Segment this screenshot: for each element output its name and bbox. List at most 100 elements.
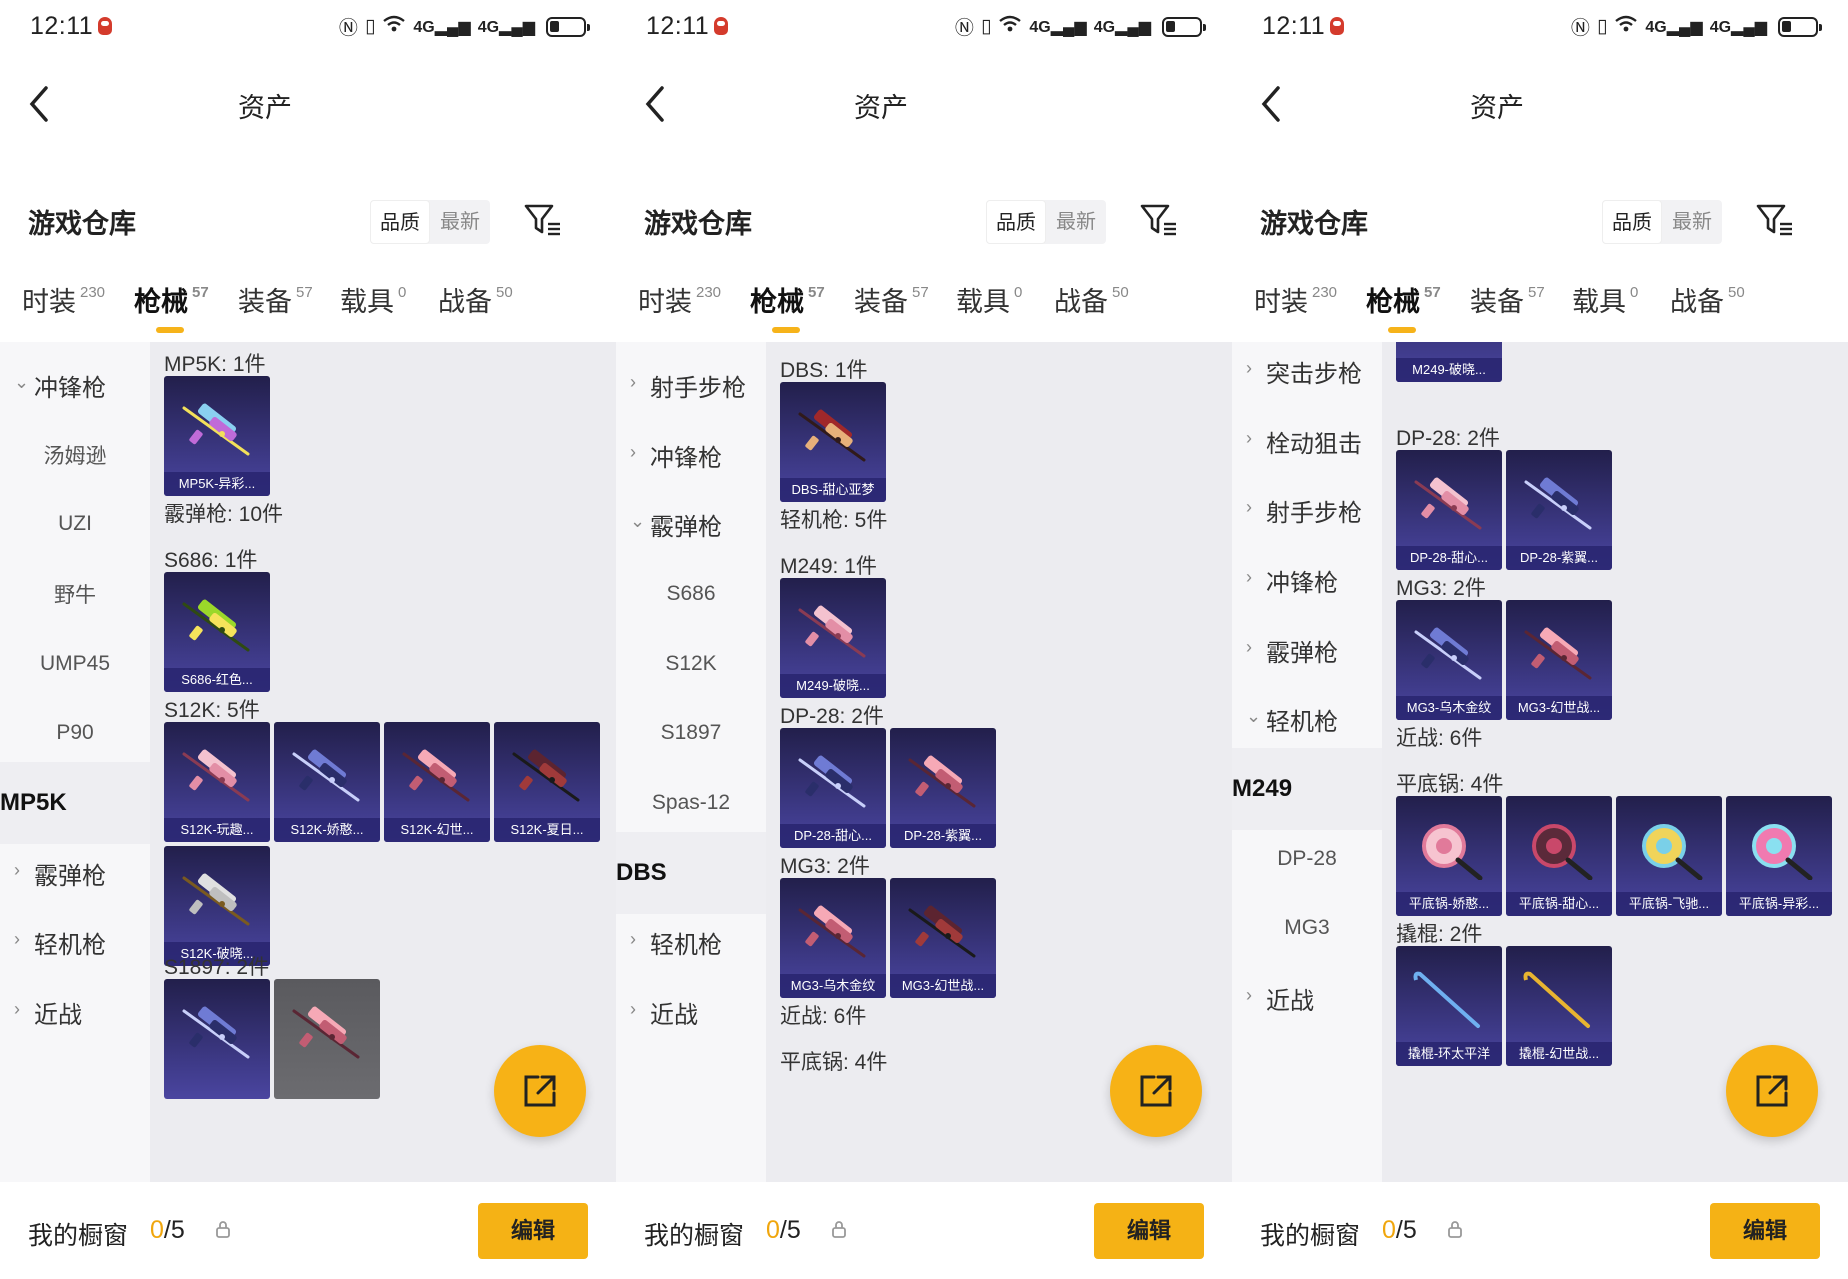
item-card[interactable]: 平底锅-娇憨... xyxy=(1396,796,1502,916)
tab-3[interactable]: 载具 0 xyxy=(1572,280,1638,319)
chevron-right-icon: › xyxy=(14,929,20,949)
tab-1[interactable]: 枪械 57 xyxy=(1366,280,1441,333)
item-card[interactable]: MG3-乌木金纹 xyxy=(1396,600,1502,720)
sidebar-item[interactable]: › 近战 xyxy=(616,971,766,1053)
item-card[interactable]: DP-28-甜心... xyxy=(1396,450,1502,570)
chevron-right-icon: › xyxy=(630,999,636,1019)
item-card[interactable]: S12K-娇憨... xyxy=(274,722,380,842)
sidebar-item-label: 射手步枪 xyxy=(650,374,746,402)
item-card[interactable] xyxy=(274,979,380,1099)
sidebar-item-label: UMP45 xyxy=(39,652,111,675)
sidebar-item-label: P90 xyxy=(56,721,94,744)
item-card[interactable]: 撬棍-幻世战... xyxy=(1506,946,1612,1066)
item-name: S12K-夏日... xyxy=(494,818,600,842)
sort-quality-button[interactable]: 品质 xyxy=(1602,200,1662,244)
back-arrow-icon[interactable] xyxy=(1256,82,1286,126)
back-arrow-icon[interactable] xyxy=(24,82,54,126)
tab-2[interactable]: 装备 57 xyxy=(1470,280,1545,319)
item-card[interactable]: M249-破晓... xyxy=(1396,342,1502,382)
tab-count: 50 xyxy=(496,284,513,301)
share-button[interactable] xyxy=(1110,1045,1202,1137)
chevron-down-icon: ⌄ xyxy=(630,511,646,531)
tab-4[interactable]: 战备 50 xyxy=(438,280,513,319)
chevron-right-icon: › xyxy=(630,442,636,462)
sidebar-item-label: DBS xyxy=(616,859,667,886)
page-title: 资产 xyxy=(238,93,292,123)
sidebar-item[interactable]: › 近战 xyxy=(0,971,150,1053)
sort-quality-button[interactable]: 品质 xyxy=(370,200,430,244)
edit-button[interactable]: 编辑 xyxy=(1094,1203,1204,1259)
item-card[interactable]: S12K-破晓... xyxy=(164,846,270,966)
item-image xyxy=(292,1006,360,1059)
filter-icon[interactable] xyxy=(1756,202,1796,238)
tab-0[interactable]: 时装 230 xyxy=(1254,280,1337,319)
sidebar-item-label: 霰弹枪 xyxy=(34,862,106,890)
item-card[interactable]: MG3-幻世战... xyxy=(1506,600,1612,720)
sidebar-item-label: 近战 xyxy=(650,1001,698,1029)
tab-2[interactable]: 装备 57 xyxy=(854,280,929,319)
item-image xyxy=(1413,971,1480,1028)
filter-icon[interactable] xyxy=(524,202,564,238)
tab-0[interactable]: 时装 230 xyxy=(22,280,105,319)
tab-1[interactable]: 枪械 57 xyxy=(134,280,209,333)
sort-latest-button[interactable]: 最新 xyxy=(1662,200,1722,244)
section-label: MP5K: 1件 xyxy=(164,353,266,376)
tab-2[interactable]: 装备 57 xyxy=(238,280,313,319)
item-card[interactable]: S686-红色... xyxy=(164,572,270,692)
item-image xyxy=(1410,342,1488,346)
sidebar-item-label: Spas-12 xyxy=(651,791,731,814)
item-card[interactable]: S12K-玩趣... xyxy=(164,722,270,842)
back-arrow-icon[interactable] xyxy=(640,82,670,126)
sort-quality-button[interactable]: 品质 xyxy=(986,200,1046,244)
sort-latest-button[interactable]: 最新 xyxy=(1046,200,1106,244)
tab-4[interactable]: 战备 50 xyxy=(1054,280,1129,319)
item-image xyxy=(1523,971,1590,1028)
item-name: 平底锅-甜心... xyxy=(1506,892,1612,916)
item-name: 平底锅-异彩... xyxy=(1726,892,1832,916)
tab-3[interactable]: 载具 0 xyxy=(956,280,1022,319)
signal-icon: 4G▂▄▆ xyxy=(413,17,470,37)
item-card[interactable]: 平底锅-甜心... xyxy=(1506,796,1612,916)
item-card[interactable]: M249-破晓... xyxy=(780,578,886,698)
item-image xyxy=(182,599,250,652)
item-image xyxy=(1524,477,1592,530)
item-card[interactable]: 撬棍-环太平洋 xyxy=(1396,946,1502,1066)
edit-button[interactable]: 编辑 xyxy=(1710,1203,1820,1259)
item-card[interactable] xyxy=(164,979,270,1099)
tab-count: 57 xyxy=(912,284,929,301)
tab-3[interactable]: 载具 0 xyxy=(340,280,406,319)
sidebar-item[interactable]: › 近战 xyxy=(1232,957,1382,1039)
warehouse-title: 游戏仓库 xyxy=(28,209,136,239)
item-card[interactable]: 平底锅-飞驰... xyxy=(1616,796,1722,916)
item-card[interactable]: 平底锅-异彩... xyxy=(1726,796,1832,916)
share-button[interactable] xyxy=(1726,1045,1818,1137)
item-name: 撬棍-环太平洋 xyxy=(1396,1042,1502,1066)
sidebar-item-label: 轻机枪 xyxy=(1266,708,1338,736)
item-card[interactable]: MP5K-异彩... xyxy=(164,376,270,496)
item-card[interactable]: S12K-幻世... xyxy=(384,722,490,842)
item-name: MG3-幻世战... xyxy=(1506,696,1612,720)
nfc-icon: Ⓝ xyxy=(954,18,974,39)
tab-4[interactable]: 战备 50 xyxy=(1670,280,1745,319)
item-card[interactable]: DP-28-甜心... xyxy=(780,728,886,848)
item-card[interactable]: MG3-幻世战... xyxy=(890,878,996,998)
item-card[interactable]: DP-28-紫翼... xyxy=(890,728,996,848)
item-card[interactable]: DBS-甜心亚梦 xyxy=(780,382,886,502)
item-name: S686-红色... xyxy=(164,668,270,692)
sort-latest-button[interactable]: 最新 xyxy=(430,200,490,244)
page-title: 资产 xyxy=(854,93,908,123)
sidebar-item-label: S12K xyxy=(665,652,717,675)
tab-1[interactable]: 枪械 57 xyxy=(750,280,825,333)
item-name: DP-28-紫翼... xyxy=(1506,546,1612,570)
edit-button[interactable]: 编辑 xyxy=(478,1203,588,1259)
item-card[interactable]: DP-28-紫翼... xyxy=(1506,450,1612,570)
nav-bar: 资产 xyxy=(0,58,616,148)
share-button[interactable] xyxy=(494,1045,586,1137)
item-name: DBS-甜心亚梦 xyxy=(780,478,886,502)
tab-0[interactable]: 时装 230 xyxy=(638,280,721,319)
network-type: 4G xyxy=(1645,18,1667,36)
item-image xyxy=(1524,627,1592,680)
filter-icon[interactable] xyxy=(1140,202,1180,238)
item-card[interactable]: S12K-夏日... xyxy=(494,722,600,842)
item-card[interactable]: MG3-乌木金纹 xyxy=(780,878,886,998)
